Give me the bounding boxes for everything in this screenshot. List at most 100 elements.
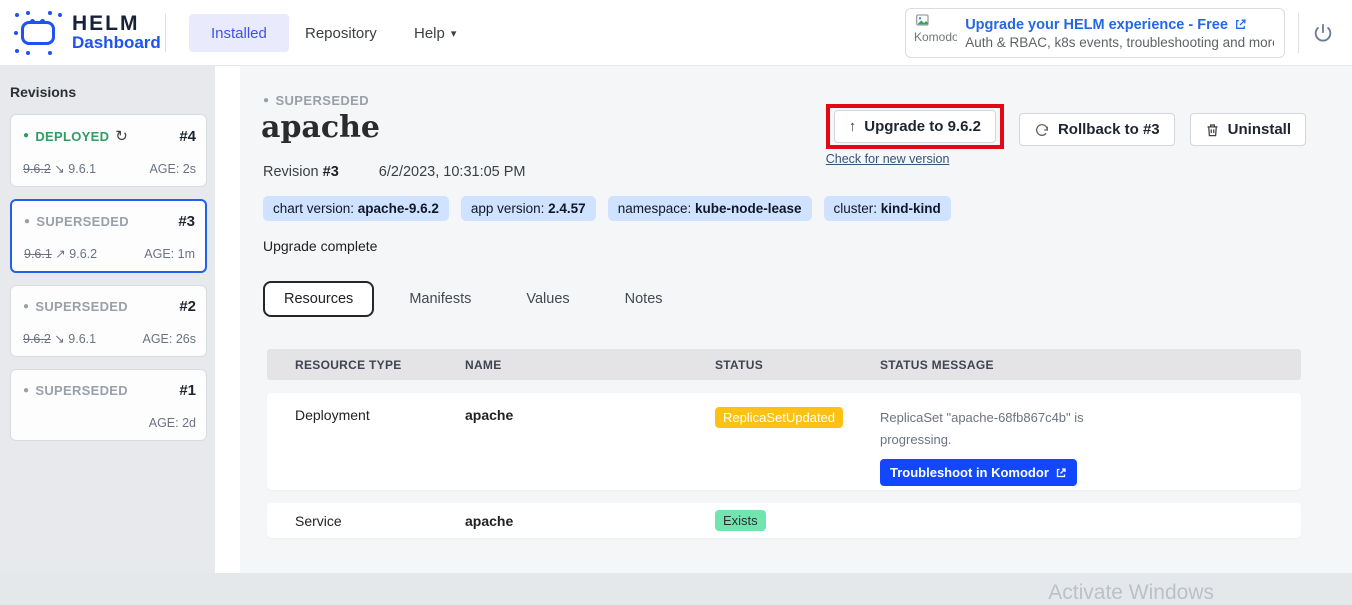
- status-message-cell: ReplicaSet "apache-68fb867c4b" is progre…: [880, 407, 1301, 490]
- revision-date: 6/2/2023, 10:31:05 PM: [379, 164, 526, 180]
- troubleshoot-komodor-button[interactable]: Troubleshoot in Komodor: [880, 459, 1077, 486]
- arrow-icon: ↗: [55, 247, 65, 261]
- revision-card-1[interactable]: ● SUPERSEDED #1 AGE: 2d: [10, 369, 207, 441]
- revision-status: ● DEPLOYED ↻: [23, 127, 128, 145]
- banner-title-link[interactable]: Upgrade your HELM experience - Free: [965, 17, 1274, 33]
- annotation-red-box: ↑ Upgrade to 9.6.2: [826, 104, 1004, 149]
- status-badge: ReplicaSetUpdated: [715, 407, 843, 428]
- resource-type-cell: Service: [295, 513, 465, 529]
- rollback-icon: [1034, 122, 1050, 138]
- revisions-sidebar: Revisions ● DEPLOYED ↻ #4 9.6.2 ↘ 9.6.1 …: [0, 66, 215, 573]
- col-resource-type: RESOURCE TYPE: [295, 358, 465, 372]
- check-new-version-link[interactable]: Check for new version: [826, 152, 1004, 166]
- power-icon: [1312, 22, 1334, 44]
- revision-meta: Revision #3 6/2/2023, 10:31:05 PM: [263, 164, 526, 180]
- revision-age: AGE: 2s: [149, 162, 196, 176]
- col-status: STATUS: [715, 358, 880, 372]
- status-dot-icon: ●: [23, 302, 29, 312]
- power-shutdown-button[interactable]: [1312, 22, 1336, 46]
- revision-age: AGE: 26s: [143, 332, 197, 346]
- header-divider: [165, 14, 166, 52]
- nav-help-label: Help: [414, 25, 445, 42]
- upgrade-complete-note: Upgrade complete: [263, 238, 377, 254]
- nav-repository[interactable]: Repository: [305, 14, 377, 52]
- release-status: ● SUPERSEDED: [263, 93, 369, 108]
- status-dot-icon: ●: [263, 96, 269, 106]
- helm-dashboard-logo[interactable]: HELM Dashboard: [14, 11, 161, 55]
- banner-subtitle: Auth & RBAC, k8s events, troubleshooting…: [965, 35, 1274, 50]
- trash-icon: [1205, 122, 1220, 138]
- arrow-up-icon: ↑: [849, 118, 857, 135]
- release-detail-panel: ● SUPERSEDED apache Revision #3 6/2/2023…: [240, 66, 1352, 573]
- sidebar-main-gap: [215, 66, 240, 573]
- revision-age: AGE: 1m: [144, 247, 195, 261]
- resource-status-cell: ReplicaSetUpdated: [715, 407, 880, 490]
- revision-card-4[interactable]: ● DEPLOYED ↻ #4 9.6.2 ↘ 9.6.1 AGE: 2s: [10, 114, 207, 187]
- uninstall-button[interactable]: Uninstall: [1190, 113, 1306, 146]
- nav-installed[interactable]: Installed: [189, 14, 289, 52]
- cluster-badge: cluster: kind-kind: [824, 196, 951, 221]
- revision-number: #3: [178, 213, 195, 230]
- table-row-service: Service apache Exists: [267, 503, 1301, 538]
- top-header: HELM Dashboard Installed Repository Help…: [0, 0, 1352, 66]
- upgrade-button[interactable]: ↑ Upgrade to 9.6.2: [834, 110, 996, 143]
- resource-name-cell: apache: [465, 513, 715, 529]
- komodor-image-alt: Komodor: [914, 30, 957, 44]
- tab-notes[interactable]: Notes: [605, 282, 683, 316]
- arrow-icon: ↘: [54, 332, 64, 346]
- status-badge: Exists: [715, 510, 766, 531]
- logo-title: HELM: [72, 14, 161, 34]
- header-divider-right: [1298, 13, 1299, 53]
- external-link-icon: [1234, 18, 1247, 31]
- revision-status: ● SUPERSEDED: [23, 299, 128, 314]
- chart-version-badge: chart version: apache-9.6.2: [263, 196, 449, 221]
- namespace-badge: namespace: kube-node-lease: [608, 196, 812, 221]
- nav-repository-label: Repository: [305, 25, 377, 42]
- col-status-message: STATUS MESSAGE: [880, 358, 1301, 372]
- app-version-badge: app version: 2.4.57: [461, 196, 596, 221]
- chevron-down-icon: ▾: [451, 27, 457, 40]
- status-dot-icon: ●: [23, 386, 29, 396]
- revision-number: #4: [179, 128, 196, 145]
- activate-windows-watermark: Activate Windows: [1048, 581, 1214, 605]
- revision-status: ● SUPERSEDED: [23, 383, 128, 398]
- tab-manifests[interactable]: Manifests: [389, 282, 491, 316]
- page-title: apache: [261, 110, 380, 145]
- col-name: NAME: [465, 358, 715, 372]
- komodor-broken-image: Komodor: [914, 12, 957, 54]
- external-link-icon: [1055, 467, 1067, 479]
- revision-versions: 9.6.2 ↘ 9.6.1: [23, 161, 96, 176]
- release-badges: chart version: apache-9.6.2 app version:…: [263, 196, 951, 221]
- revision-number: #2: [179, 298, 196, 315]
- status-dot-icon: ●: [23, 131, 29, 141]
- logo-subtitle: Dashboard: [72, 34, 161, 52]
- status-message-text: ReplicaSet "apache-68fb867c4b" is progre…: [880, 407, 1095, 451]
- banner-title-text: Upgrade your HELM experience - Free: [965, 17, 1228, 33]
- revision-label: Revision #3: [263, 164, 339, 180]
- revision-age: AGE: 2d: [149, 416, 196, 430]
- tab-resources[interactable]: Resources: [263, 281, 374, 317]
- reload-icon: ↻: [115, 127, 128, 145]
- upgrade-group: ↑ Upgrade to 9.6.2 Check for new version: [826, 104, 1004, 166]
- status-dot-icon: ●: [24, 217, 30, 227]
- bottom-strip: Activate Windows: [0, 573, 1352, 601]
- komodor-upgrade-banner[interactable]: Komodor Upgrade your HELM experience - F…: [905, 8, 1285, 58]
- revision-versions: 9.6.2 ↘ 9.6.1: [23, 331, 96, 346]
- table-header: RESOURCE TYPE NAME STATUS STATUS MESSAGE: [267, 349, 1301, 380]
- revision-card-2[interactable]: ● SUPERSEDED #2 9.6.2 ↘ 9.6.1 AGE: 26s: [10, 285, 207, 357]
- revision-card-3-selected[interactable]: ● SUPERSEDED #3 9.6.1 ↗ 9.6.2 AGE: 1m: [10, 199, 207, 273]
- revision-versions: 9.6.1 ↗ 9.6.2: [24, 246, 97, 261]
- broken-image-icon: [916, 14, 932, 28]
- revision-number: #1: [179, 382, 196, 399]
- nav-help-dropdown[interactable]: Help ▾: [414, 14, 456, 52]
- detail-tabs: Resources Manifests Values Notes: [263, 281, 698, 317]
- arrow-icon: ↘: [54, 162, 64, 176]
- revision-status: ● SUPERSEDED: [24, 214, 129, 229]
- tab-values[interactable]: Values: [506, 282, 589, 316]
- nav-installed-label: Installed: [211, 25, 267, 42]
- revisions-title: Revisions: [10, 84, 207, 100]
- resource-name-cell: apache: [465, 407, 715, 490]
- rollback-button[interactable]: Rollback to #3: [1019, 113, 1175, 146]
- resources-table: RESOURCE TYPE NAME STATUS STATUS MESSAGE…: [267, 349, 1301, 538]
- release-actions: ↑ Upgrade to 9.6.2 Check for new version…: [826, 104, 1306, 166]
